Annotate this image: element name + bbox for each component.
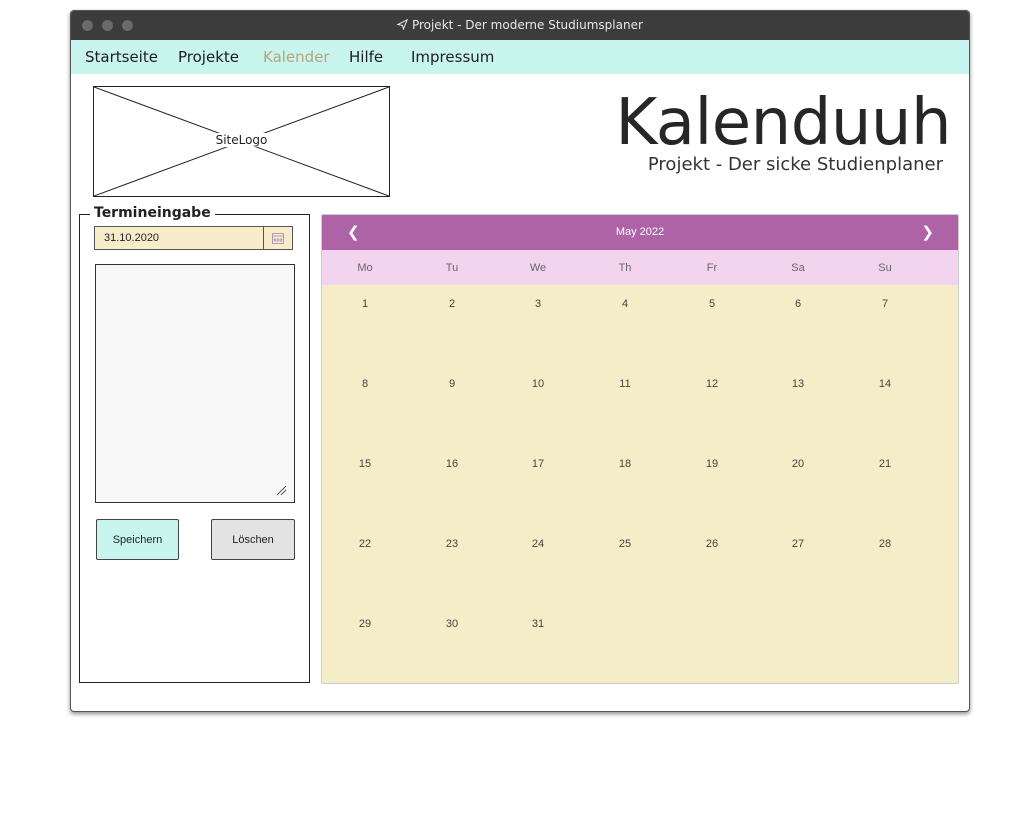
calendar-day[interactable]: 3 bbox=[518, 298, 558, 310]
calendar-day[interactable]: 12 bbox=[692, 378, 732, 390]
calendar-day[interactable]: 10 bbox=[518, 378, 558, 390]
calendar-picker-icon[interactable] bbox=[263, 227, 292, 249]
calendar-day[interactable]: 16 bbox=[432, 458, 472, 470]
calendar-day[interactable]: 25 bbox=[605, 538, 645, 550]
calendar-day[interactable]: 15 bbox=[345, 458, 385, 470]
calendar-day[interactable]: 8 bbox=[345, 378, 385, 390]
weekday-label: Su bbox=[878, 262, 892, 274]
calendar-day[interactable]: 18 bbox=[605, 458, 645, 470]
paper-plane-icon bbox=[396, 18, 412, 32]
chevron-right-icon[interactable]: ❯ bbox=[921, 223, 934, 241]
nav-item-projekte[interactable]: Projekte bbox=[178, 48, 239, 66]
logo-label: SiteLogo bbox=[215, 133, 268, 147]
weekday-label: Th bbox=[618, 262, 632, 274]
appointment-textarea[interactable] bbox=[95, 264, 295, 503]
date-input-value: 31.10.2020 bbox=[104, 232, 160, 244]
weekday-row: Mo Tu We Th Fr Sa Su bbox=[322, 250, 958, 285]
nav-item-hilfe[interactable]: Hilfe bbox=[349, 48, 383, 66]
calendar-day[interactable]: 27 bbox=[778, 538, 818, 550]
calendar-day[interactable]: 30 bbox=[432, 618, 472, 630]
calendar-header: ❮ May 2022 ❯ bbox=[322, 215, 958, 250]
weekday-label: Sa bbox=[791, 262, 805, 274]
calendar-day[interactable]: 23 bbox=[432, 538, 472, 550]
calendar-day[interactable]: 28 bbox=[865, 538, 905, 550]
weekday-label: Fr bbox=[706, 262, 718, 274]
calendar-day[interactable]: 7 bbox=[865, 298, 905, 310]
calendar-day[interactable]: 14 bbox=[865, 378, 905, 390]
calendar-day[interactable]: 29 bbox=[345, 618, 385, 630]
calendar-day[interactable]: 13 bbox=[778, 378, 818, 390]
date-input[interactable]: 31.10.2020 bbox=[94, 226, 293, 250]
window-title: Projekt - Der moderne Studiumsplaner bbox=[411, 18, 643, 32]
calendar-day[interactable]: 11 bbox=[605, 378, 645, 390]
resize-handle-icon[interactable] bbox=[277, 486, 286, 495]
calendar-day[interactable]: 21 bbox=[865, 458, 905, 470]
weekday-label: Mo bbox=[357, 262, 373, 274]
weekday-label: Tu bbox=[445, 262, 459, 274]
title-bar: Projekt - Der moderne Studiumsplaner bbox=[71, 11, 969, 40]
calendar-day[interactable]: 26 bbox=[692, 538, 732, 550]
calendar-day[interactable]: 17 bbox=[518, 458, 558, 470]
brand-subtitle: Projekt - Der sicke Studienplaner bbox=[647, 154, 943, 175]
appointment-form: Termineingabe 31.10.2020 Speichern Lösch… bbox=[79, 205, 310, 683]
calendar-day[interactable]: 19 bbox=[692, 458, 732, 470]
nav-item-startseite[interactable]: Startseite bbox=[85, 48, 158, 66]
calendar-day[interactable]: 6 bbox=[778, 298, 818, 310]
nav-item-kalender[interactable]: Kalender bbox=[263, 48, 330, 66]
calendar-day[interactable]: 20 bbox=[778, 458, 818, 470]
calendar-day[interactable]: 31 bbox=[518, 618, 558, 630]
site-logo: SiteLogo bbox=[93, 86, 390, 197]
calendar-day[interactable]: 9 bbox=[432, 378, 472, 390]
nav-item-impressum[interactable]: Impressum bbox=[411, 48, 494, 66]
calendar-day[interactable]: 24 bbox=[518, 538, 558, 550]
brand-title: Kalenduuh bbox=[615, 86, 951, 160]
calendar-day[interactable]: 4 bbox=[605, 298, 645, 310]
calendar-day[interactable]: 22 bbox=[345, 538, 385, 550]
weekday-label: We bbox=[529, 262, 547, 274]
main-nav: Startseite Projekte Kalender Hilfe Impre… bbox=[71, 40, 969, 74]
calendar-month-label: May 2022 bbox=[615, 226, 665, 238]
delete-button[interactable]: Löschen bbox=[211, 519, 295, 560]
app-window: Projekt - Der moderne Studiumsplaner Sta… bbox=[70, 10, 970, 712]
calendar-day[interactable]: 5 bbox=[692, 298, 732, 310]
calendar-day[interactable]: 1 bbox=[345, 298, 385, 310]
form-legend: Termineingabe bbox=[90, 205, 215, 221]
calendar-day[interactable]: 2 bbox=[432, 298, 472, 310]
window-title-row: Projekt - Der moderne Studiumsplaner bbox=[71, 18, 969, 32]
save-button[interactable]: Speichern bbox=[96, 519, 179, 560]
month-calendar: ❮ May 2022 ❯ Mo Tu We Th Fr Sa Su 1 2 3 4 5 6 7 8 9 10 1… bbox=[321, 214, 959, 684]
